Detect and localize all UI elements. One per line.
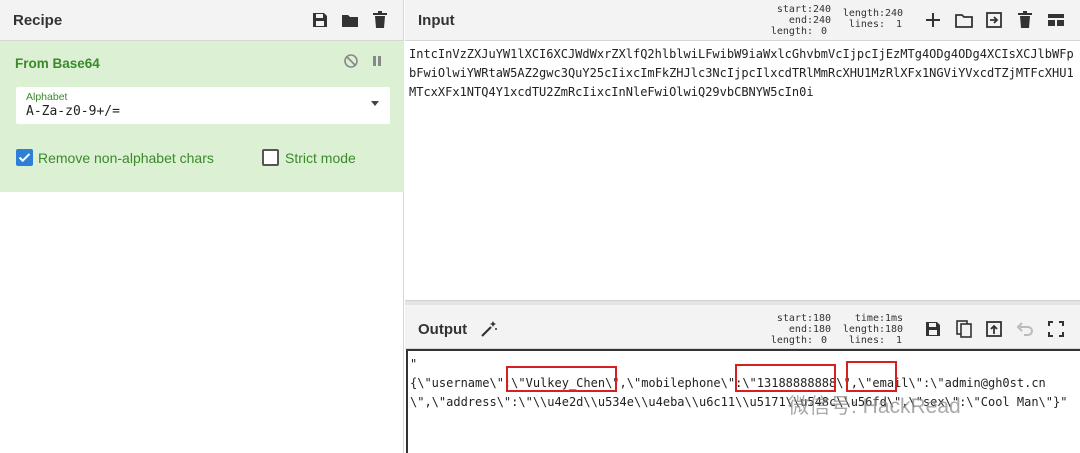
remove-non-alphabet-checkbox[interactable]: [16, 149, 33, 166]
maximise-icon[interactable]: [1046, 319, 1066, 339]
save-icon[interactable]: [923, 319, 943, 339]
recipe-panel: Recipe From Base64 Alphabet A-Za-z0-9+/=…: [0, 0, 404, 453]
input-stats-keys-2: length: lines:: [842, 8, 885, 30]
remove-non-alphabet-label[interactable]: Remove non-alphabet chars: [38, 150, 214, 166]
alphabet-label: Alphabet: [26, 91, 68, 103]
watermark: 微信号: HackRead: [788, 395, 961, 418]
trash-icon[interactable]: [1015, 10, 1035, 30]
disable-icon[interactable]: [343, 53, 359, 69]
strict-mode-checkbox[interactable]: [262, 149, 279, 166]
highlight-box-email: [846, 361, 897, 392]
output-stats-keys-2: time: length: lines:: [842, 313, 885, 346]
alphabet-select[interactable]: Alphabet A-Za-z0-9+/=: [16, 87, 390, 124]
copy-icon[interactable]: [954, 319, 974, 339]
recipe-title: Recipe: [13, 12, 63, 29]
check-icon: [18, 153, 31, 163]
input-title: Input: [418, 12, 455, 29]
operation-title: From Base64: [15, 56, 100, 71]
magic-wand-icon[interactable]: [479, 319, 499, 339]
output-title: Output: [418, 321, 468, 338]
input-stats-values-2: 240 1: [885, 8, 904, 30]
input-textarea[interactable]: IntcInVzZXJuYW1lXCI6XCJWdWxrZXlfQ2hlblwi…: [409, 45, 1077, 102]
output-stats-values-2: 1ms 180 1: [885, 313, 904, 346]
alphabet-value: A-Za-z0-9+/=: [26, 104, 120, 119]
chevron-down-icon: [371, 101, 379, 106]
undo-icon[interactable]: [1015, 319, 1035, 339]
folder-icon[interactable]: [954, 10, 974, 30]
strict-mode-label[interactable]: Strict mode: [285, 150, 356, 166]
save-icon[interactable]: [310, 10, 330, 30]
import-icon[interactable]: [984, 10, 1004, 30]
output-stats-keys-1: start: end: length:: [770, 313, 813, 346]
input-stats-keys-1: start: end: length:: [770, 4, 813, 37]
input-header: Input start: end: length: 240 240 0 leng…: [405, 0, 1080, 41]
recipe-header: Recipe: [0, 0, 403, 41]
highlight-box-mobilephone: [735, 364, 836, 392]
plus-icon[interactable]: [923, 10, 943, 30]
replace-input-icon[interactable]: [984, 319, 1004, 339]
folder-icon[interactable]: [340, 10, 360, 30]
from-base64-operation: From Base64 Alphabet A-Za-z0-9+/= Remove…: [0, 41, 404, 192]
layout-icon[interactable]: [1046, 10, 1066, 30]
pause-icon[interactable]: [370, 54, 384, 68]
trash-icon[interactable]: [370, 10, 390, 30]
input-panel: Input start: end: length: 240 240 0 leng…: [405, 0, 1080, 300]
output-header: Output start: end: length: 180 180 0 tim…: [405, 305, 1080, 349]
output-stats-values-1: 180 180 0: [813, 313, 832, 346]
input-stats-values-1: 240 240 0: [813, 4, 832, 37]
highlight-box-username: [506, 366, 617, 392]
